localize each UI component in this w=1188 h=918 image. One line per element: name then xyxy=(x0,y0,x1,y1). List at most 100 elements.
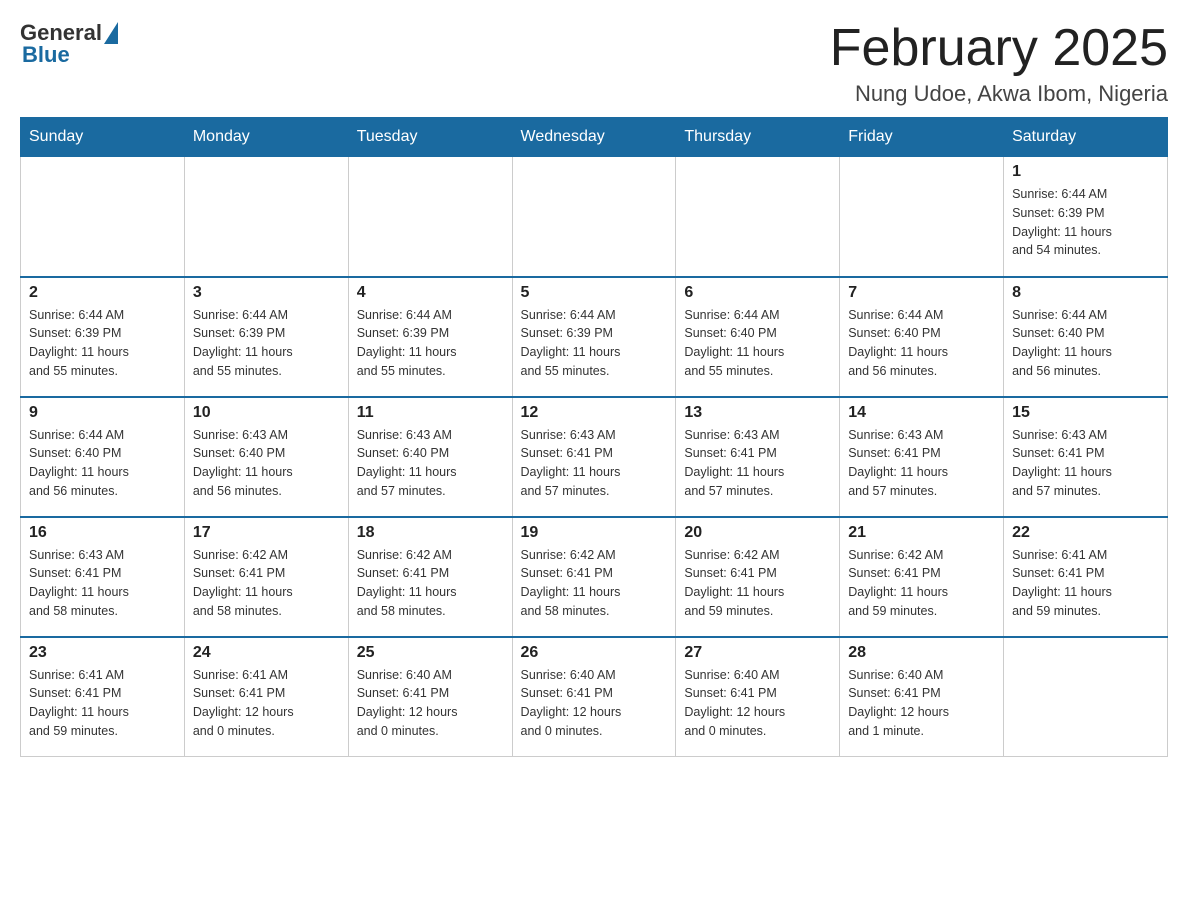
day-number: 27 xyxy=(684,644,831,662)
calendar-day-header: Monday xyxy=(184,118,348,157)
calendar-day-cell: 13 Sunrise: 6:43 AM Sunset: 6:41 PM Dayli… xyxy=(676,397,840,517)
calendar-day-cell: 1 Sunrise: 6:44 AM Sunset: 6:39 PM Daylig… xyxy=(1004,157,1168,277)
day-info: Sunrise: 6:44 AM Sunset: 6:39 PM Dayligh… xyxy=(357,306,504,381)
calendar-day-header: Wednesday xyxy=(512,118,676,157)
day-number: 3 xyxy=(193,284,340,302)
calendar-day-cell: 22 Sunrise: 6:41 AM Sunset: 6:41 PM Dayli… xyxy=(1004,517,1168,637)
calendar-day-cell: 9 Sunrise: 6:44 AM Sunset: 6:40 PM Daylig… xyxy=(21,397,185,517)
day-info: Sunrise: 6:44 AM Sunset: 6:40 PM Dayligh… xyxy=(684,306,831,381)
day-info: Sunrise: 6:40 AM Sunset: 6:41 PM Dayligh… xyxy=(357,666,504,741)
day-number: 5 xyxy=(521,284,668,302)
calendar-day-cell: 28Sunrise: 6:40 AM Sunset: 6:41 PM Dayli… xyxy=(840,637,1004,757)
calendar-day-cell xyxy=(184,157,348,277)
day-number: 13 xyxy=(684,404,831,422)
title-block: February 2025 Nung Udoe, Akwa Ibom, Nige… xyxy=(830,20,1168,107)
calendar-day-cell: 8 Sunrise: 6:44 AM Sunset: 6:40 PM Daylig… xyxy=(1004,277,1168,397)
day-number: 16 xyxy=(29,524,176,542)
day-number: 26 xyxy=(521,644,668,662)
calendar-day-header: Tuesday xyxy=(348,118,512,157)
day-info: Sunrise: 6:42 AM Sunset: 6:41 PM Dayligh… xyxy=(521,546,668,621)
day-number: 25 xyxy=(357,644,504,662)
calendar-day-cell: 11 Sunrise: 6:43 AM Sunset: 6:40 PM Dayli… xyxy=(348,397,512,517)
calendar-day-cell: 20 Sunrise: 6:42 AM Sunset: 6:41 PM Dayli… xyxy=(676,517,840,637)
logo-blue-text: Blue xyxy=(22,42,70,68)
day-number: 17 xyxy=(193,524,340,542)
calendar-day-cell xyxy=(21,157,185,277)
calendar-week-row: 16 Sunrise: 6:43 AM Sunset: 6:41 PM Dayli… xyxy=(21,517,1168,637)
day-info: Sunrise: 6:44 AM Sunset: 6:40 PM Dayligh… xyxy=(1012,306,1159,381)
day-info: Sunrise: 6:42 AM Sunset: 6:41 PM Dayligh… xyxy=(684,546,831,621)
calendar-day-header: Thursday xyxy=(676,118,840,157)
day-number: 1 xyxy=(1012,163,1159,181)
day-number: 20 xyxy=(684,524,831,542)
logo-triangle-icon xyxy=(104,22,118,44)
day-number: 7 xyxy=(848,284,995,302)
day-number: 8 xyxy=(1012,284,1159,302)
calendar-day-cell: 10Sunrise: 6:43 AM Sunset: 6:40 PM Dayli… xyxy=(184,397,348,517)
calendar-day-cell: 3 Sunrise: 6:44 AM Sunset: 6:39 PM Daylig… xyxy=(184,277,348,397)
calendar-day-cell: 15 Sunrise: 6:43 AM Sunset: 6:41 PM Dayli… xyxy=(1004,397,1168,517)
day-info: Sunrise: 6:44 AM Sunset: 6:39 PM Dayligh… xyxy=(1012,185,1159,260)
calendar-week-row: 1 Sunrise: 6:44 AM Sunset: 6:39 PM Daylig… xyxy=(21,157,1168,277)
day-number: 2 xyxy=(29,284,176,302)
calendar-day-cell xyxy=(840,157,1004,277)
day-number: 18 xyxy=(357,524,504,542)
calendar-day-cell: 19 Sunrise: 6:42 AM Sunset: 6:41 PM Dayli… xyxy=(512,517,676,637)
calendar-day-cell xyxy=(512,157,676,277)
day-number: 15 xyxy=(1012,404,1159,422)
day-info: Sunrise: 6:40 AM Sunset: 6:41 PM Dayligh… xyxy=(848,666,995,741)
calendar-day-cell: 25 Sunrise: 6:40 AM Sunset: 6:41 PM Dayli… xyxy=(348,637,512,757)
calendar-day-cell: 14 Sunrise: 6:43 AM Sunset: 6:41 PM Dayli… xyxy=(840,397,1004,517)
day-info: Sunrise: 6:43 AM Sunset: 6:41 PM Dayligh… xyxy=(684,426,831,501)
day-info: Sunrise: 6:40 AM Sunset: 6:41 PM Dayligh… xyxy=(684,666,831,741)
calendar-week-row: 23Sunrise: 6:41 AM Sunset: 6:41 PM Dayli… xyxy=(21,637,1168,757)
day-number: 4 xyxy=(357,284,504,302)
calendar-day-cell xyxy=(348,157,512,277)
day-number: 22 xyxy=(1012,524,1159,542)
day-number: 24 xyxy=(193,644,340,662)
day-info: Sunrise: 6:41 AM Sunset: 6:41 PM Dayligh… xyxy=(1012,546,1159,621)
page-header: General Blue February 2025 Nung Udoe, Ak… xyxy=(20,20,1168,107)
day-info: Sunrise: 6:43 AM Sunset: 6:41 PM Dayligh… xyxy=(848,426,995,501)
day-info: Sunrise: 6:44 AM Sunset: 6:40 PM Dayligh… xyxy=(848,306,995,381)
calendar-day-cell: 5 Sunrise: 6:44 AM Sunset: 6:39 PM Daylig… xyxy=(512,277,676,397)
day-info: Sunrise: 6:43 AM Sunset: 6:40 PM Dayligh… xyxy=(357,426,504,501)
calendar-day-cell: 24 Sunrise: 6:41 AM Sunset: 6:41 PM Dayli… xyxy=(184,637,348,757)
location-text: Nung Udoe, Akwa Ibom, Nigeria xyxy=(830,81,1168,107)
day-info: Sunrise: 6:44 AM Sunset: 6:39 PM Dayligh… xyxy=(193,306,340,381)
day-info: Sunrise: 6:44 AM Sunset: 6:39 PM Dayligh… xyxy=(29,306,176,381)
day-info: Sunrise: 6:42 AM Sunset: 6:41 PM Dayligh… xyxy=(357,546,504,621)
logo: General Blue xyxy=(20,20,118,68)
calendar-day-cell xyxy=(676,157,840,277)
calendar-day-header: Saturday xyxy=(1004,118,1168,157)
day-number: 12 xyxy=(521,404,668,422)
day-info: Sunrise: 6:42 AM Sunset: 6:41 PM Dayligh… xyxy=(848,546,995,621)
day-number: 19 xyxy=(521,524,668,542)
day-number: 21 xyxy=(848,524,995,542)
calendar-day-cell: 16 Sunrise: 6:43 AM Sunset: 6:41 PM Dayli… xyxy=(21,517,185,637)
calendar-day-cell: 2 Sunrise: 6:44 AM Sunset: 6:39 PM Daylig… xyxy=(21,277,185,397)
calendar-day-cell: 21 Sunrise: 6:42 AM Sunset: 6:41 PM Dayli… xyxy=(840,517,1004,637)
day-info: Sunrise: 6:44 AM Sunset: 6:39 PM Dayligh… xyxy=(521,306,668,381)
calendar-day-cell: 26 Sunrise: 6:40 AM Sunset: 6:41 PM Dayli… xyxy=(512,637,676,757)
calendar-day-cell: 17 Sunrise: 6:42 AM Sunset: 6:41 PM Dayli… xyxy=(184,517,348,637)
calendar-day-cell: 7 Sunrise: 6:44 AM Sunset: 6:40 PM Daylig… xyxy=(840,277,1004,397)
day-number: 11 xyxy=(357,404,504,422)
day-info: Sunrise: 6:40 AM Sunset: 6:41 PM Dayligh… xyxy=(521,666,668,741)
calendar-day-cell: 23Sunrise: 6:41 AM Sunset: 6:41 PM Dayli… xyxy=(21,637,185,757)
day-info: Sunrise: 6:41 AM Sunset: 6:41 PM Dayligh… xyxy=(193,666,340,741)
day-info: Sunrise: 6:43 AM Sunset: 6:41 PM Dayligh… xyxy=(1012,426,1159,501)
day-number: 14 xyxy=(848,404,995,422)
calendar-table: SundayMondayTuesdayWednesdayThursdayFrid… xyxy=(20,117,1168,757)
calendar-day-cell: 6 Sunrise: 6:44 AM Sunset: 6:40 PM Daylig… xyxy=(676,277,840,397)
day-info: Sunrise: 6:42 AM Sunset: 6:41 PM Dayligh… xyxy=(193,546,340,621)
day-info: Sunrise: 6:43 AM Sunset: 6:41 PM Dayligh… xyxy=(29,546,176,621)
calendar-week-row: 9 Sunrise: 6:44 AM Sunset: 6:40 PM Daylig… xyxy=(21,397,1168,517)
day-info: Sunrise: 6:41 AM Sunset: 6:41 PM Dayligh… xyxy=(29,666,176,741)
day-info: Sunrise: 6:44 AM Sunset: 6:40 PM Dayligh… xyxy=(29,426,176,501)
day-number: 6 xyxy=(684,284,831,302)
day-number: 10 xyxy=(193,404,340,422)
day-number: 9 xyxy=(29,404,176,422)
calendar-day-cell: 18 Sunrise: 6:42 AM Sunset: 6:41 PM Dayli… xyxy=(348,517,512,637)
day-info: Sunrise: 6:43 AM Sunset: 6:41 PM Dayligh… xyxy=(521,426,668,501)
